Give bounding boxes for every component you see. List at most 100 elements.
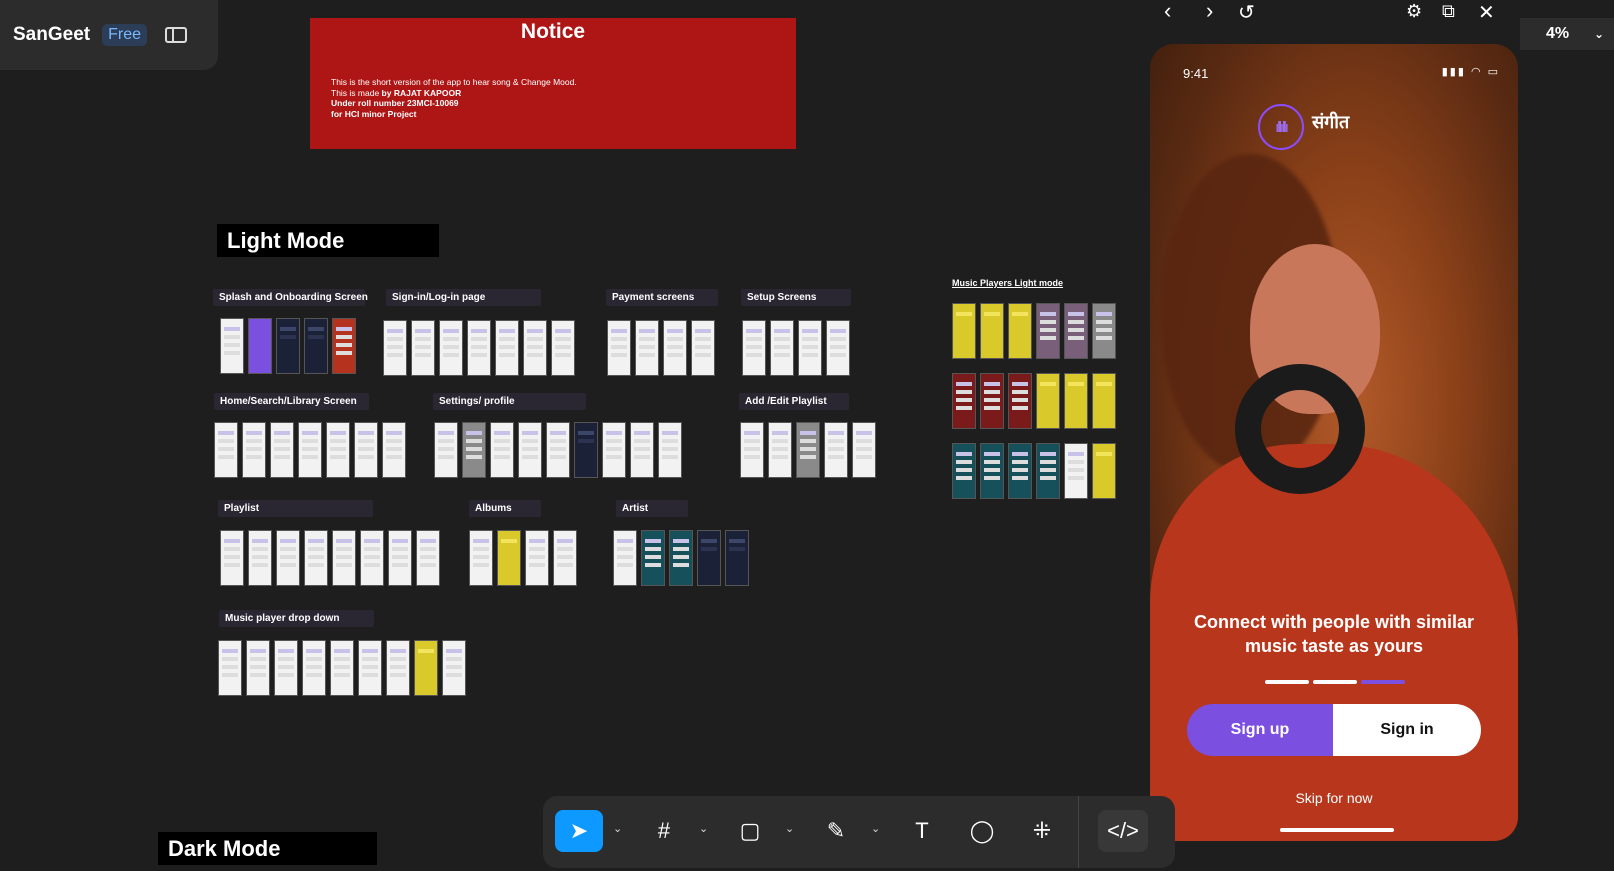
frame-thumbnail[interactable] xyxy=(358,640,382,696)
settings-sliders-icon[interactable]: ⚙ xyxy=(1406,1,1422,22)
frame-thumbnail[interactable] xyxy=(1092,303,1116,359)
payment-frames[interactable] xyxy=(607,320,715,376)
frame-thumbnail[interactable] xyxy=(495,320,519,376)
frame-thumbnail[interactable] xyxy=(796,422,820,478)
frame-thumbnail[interactable] xyxy=(824,422,848,478)
frame-thumbnail[interactable] xyxy=(467,320,491,376)
frame-thumbnail[interactable] xyxy=(388,530,412,586)
section-signin[interactable]: Sign-in/Log-in page xyxy=(386,289,541,306)
frame-thumbnail[interactable] xyxy=(980,373,1004,429)
section-setup[interactable]: Setup Screens xyxy=(741,289,851,306)
frame-thumbnail[interactable] xyxy=(1036,303,1060,359)
frame-thumbnail[interactable] xyxy=(691,320,715,376)
frame-thumbnail[interactable] xyxy=(497,530,521,586)
frame-thumbnail[interactable] xyxy=(641,530,665,586)
notice-frame[interactable]: Notice This is the short version of the … xyxy=(310,18,796,149)
frame-thumbnail[interactable] xyxy=(1008,303,1032,359)
frame-thumbnail[interactable] xyxy=(798,320,822,376)
playlist-frames[interactable] xyxy=(220,530,440,586)
players-row-3[interactable] xyxy=(952,443,1116,499)
frame-thumbnail[interactable] xyxy=(553,530,577,586)
albums-frames[interactable] xyxy=(469,530,577,586)
section-payment[interactable]: Payment screens xyxy=(606,289,718,306)
frame-thumbnail[interactable] xyxy=(416,530,440,586)
splash-frames[interactable] xyxy=(220,318,356,374)
player-dropdown-frames[interactable] xyxy=(218,640,466,696)
chevron-down-icon[interactable]: ⌄ xyxy=(613,822,622,835)
frame-thumbnail[interactable] xyxy=(332,318,356,374)
frame-thumbnail[interactable] xyxy=(274,640,298,696)
frame-thumbnail[interactable] xyxy=(523,320,547,376)
pen-tool-icon[interactable]: ✎ xyxy=(815,810,857,852)
frame-thumbnail[interactable] xyxy=(768,422,792,478)
section-add-edit-playlist[interactable]: Add /Edit Playlist xyxy=(739,393,849,410)
forward-arrow-icon[interactable]: › xyxy=(1206,0,1213,24)
back-arrow-icon[interactable]: ‹ xyxy=(1164,0,1171,24)
frame-thumbnail[interactable] xyxy=(386,640,410,696)
frame-thumbnail[interactable] xyxy=(546,422,570,478)
frame-thumbnail[interactable] xyxy=(1092,443,1116,499)
section-player-dropdown[interactable]: Music player drop down xyxy=(219,610,374,627)
frame-thumbnail[interactable] xyxy=(220,318,244,374)
artist-frames[interactable] xyxy=(613,530,749,586)
section-artist[interactable]: Artist xyxy=(616,500,688,517)
section-playlist[interactable]: Playlist xyxy=(218,500,373,517)
frame-thumbnail[interactable] xyxy=(952,303,976,359)
file-name[interactable]: SanGeet xyxy=(13,24,90,46)
frame-thumbnail[interactable] xyxy=(1036,443,1060,499)
frame-thumbnail[interactable] xyxy=(1092,373,1116,429)
frame-thumbnail[interactable] xyxy=(414,640,438,696)
frame-thumbnail[interactable] xyxy=(462,422,486,478)
frame-thumbnail[interactable] xyxy=(602,422,626,478)
frame-thumbnail[interactable] xyxy=(302,640,326,696)
frame-thumbnail[interactable] xyxy=(242,422,266,478)
frame-thumbnail[interactable] xyxy=(298,422,322,478)
frame-thumbnail[interactable] xyxy=(382,422,406,478)
frame-thumbnail[interactable] xyxy=(635,320,659,376)
frame-thumbnail[interactable] xyxy=(613,530,637,586)
frame-thumbnail[interactable] xyxy=(442,640,466,696)
playlist-edit-frames[interactable] xyxy=(740,422,876,478)
frame-thumbnail[interactable] xyxy=(248,318,272,374)
frame-thumbnail[interactable] xyxy=(276,530,300,586)
text-tool-icon[interactable]: T xyxy=(901,810,943,852)
frame-thumbnail[interactable] xyxy=(518,422,542,478)
section-splash[interactable]: Splash and Onboarding Screen xyxy=(213,289,368,306)
restart-icon[interactable]: ↺ xyxy=(1238,0,1255,25)
settings-frames[interactable] xyxy=(434,422,682,478)
chevron-down-icon[interactable]: ⌄ xyxy=(871,822,880,835)
open-external-icon[interactable]: ⧉ xyxy=(1442,1,1455,22)
frame-thumbnail[interactable] xyxy=(434,422,458,478)
phone-preview[interactable]: 9:41 ▮▮▮ ◠ ▭ ıllıllı संगीत Connect with … xyxy=(1150,44,1518,841)
frame-thumbnail[interactable] xyxy=(980,443,1004,499)
frame-thumbnail[interactable] xyxy=(276,318,300,374)
frame-thumbnail[interactable] xyxy=(770,320,794,376)
section-home[interactable]: Home/Search/Library Screen xyxy=(214,393,369,410)
frame-thumbnail[interactable] xyxy=(980,303,1004,359)
frame-thumbnail[interactable] xyxy=(663,320,687,376)
frame-thumbnail[interactable] xyxy=(304,530,328,586)
frame-thumbnail[interactable] xyxy=(218,640,242,696)
chevron-down-icon[interactable]: ⌄ xyxy=(785,822,794,835)
frame-thumbnail[interactable] xyxy=(826,320,850,376)
frame-thumbnail[interactable] xyxy=(669,530,693,586)
frame-thumbnail[interactable] xyxy=(1064,373,1088,429)
chevron-down-icon[interactable]: ⌄ xyxy=(699,822,708,835)
frame-thumbnail[interactable] xyxy=(952,373,976,429)
frame-thumbnail[interactable] xyxy=(1064,303,1088,359)
move-tool-icon[interactable]: ➤ xyxy=(555,810,603,852)
frame-thumbnail[interactable] xyxy=(725,530,749,586)
frame-thumbnail[interactable] xyxy=(304,318,328,374)
frame-thumbnail[interactable] xyxy=(1036,373,1060,429)
frame-thumbnail[interactable] xyxy=(852,422,876,478)
sign-up-button[interactable]: Sign up xyxy=(1187,704,1333,756)
comment-tool-icon[interactable]: ◯ xyxy=(961,810,1003,852)
light-mode-label[interactable]: Light Mode xyxy=(217,224,439,257)
signin-frames[interactable] xyxy=(383,320,575,376)
frame-thumbnail[interactable] xyxy=(658,422,682,478)
frame-thumbnail[interactable] xyxy=(607,320,631,376)
close-icon[interactable]: ✕ xyxy=(1478,0,1495,25)
frame-thumbnail[interactable] xyxy=(246,640,270,696)
frame-thumbnail[interactable] xyxy=(270,422,294,478)
frame-thumbnail[interactable] xyxy=(574,422,598,478)
